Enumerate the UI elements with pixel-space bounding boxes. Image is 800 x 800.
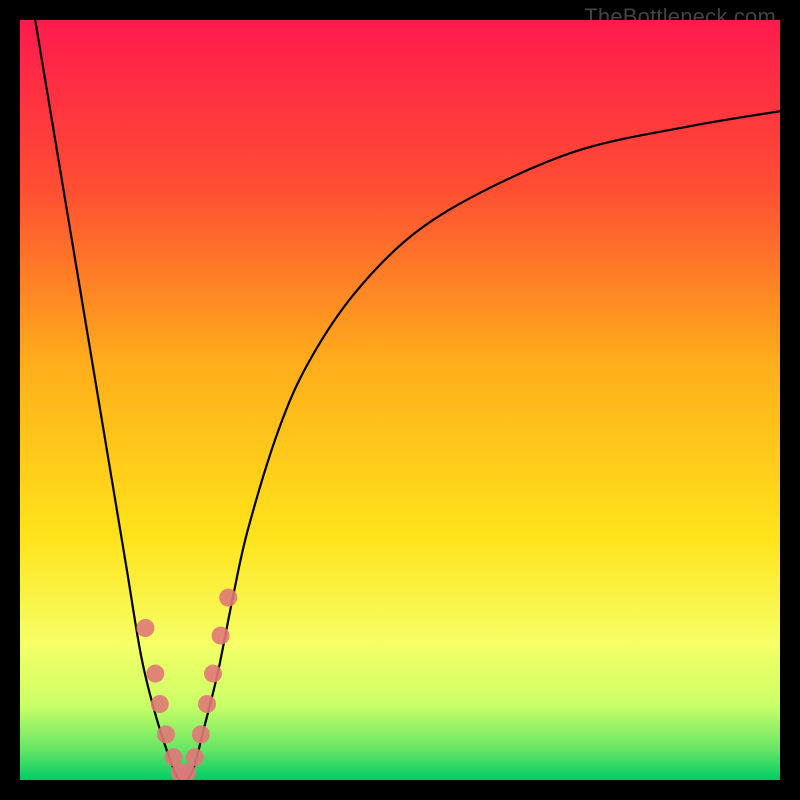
scatter-point (192, 725, 210, 743)
gradient-background (20, 20, 780, 780)
scatter-point (212, 627, 230, 645)
chart-svg (20, 20, 780, 780)
plot-area (20, 20, 780, 780)
chart-frame: TheBottleneck.com (0, 0, 800, 800)
scatter-point (146, 665, 164, 683)
scatter-point (136, 619, 154, 637)
scatter-point (186, 748, 204, 766)
scatter-point (151, 695, 169, 713)
scatter-point (157, 725, 175, 743)
scatter-point (219, 589, 237, 607)
scatter-point (204, 665, 222, 683)
scatter-point (198, 695, 216, 713)
